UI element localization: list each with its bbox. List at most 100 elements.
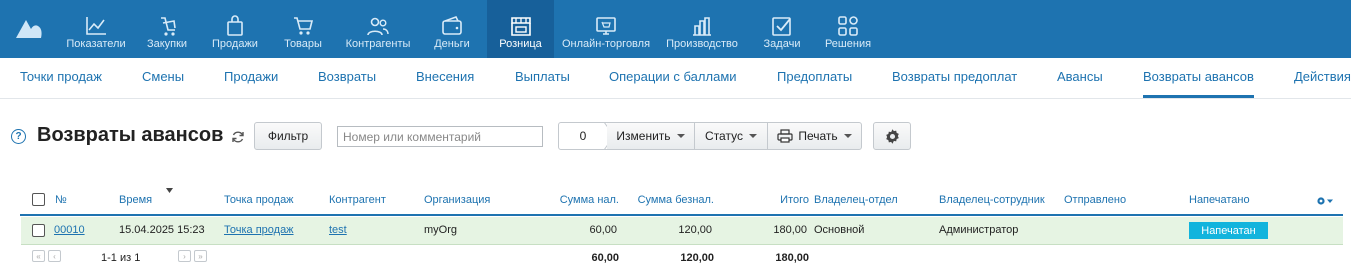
nav-item-label: Показатели bbox=[66, 38, 126, 50]
change-button[interactable]: Изменить bbox=[607, 122, 695, 150]
subnav-item-deposits[interactable]: Внесения bbox=[416, 69, 474, 84]
bag-cart-icon bbox=[161, 17, 176, 36]
column-header-sent[interactable]: Отправлено bbox=[1064, 194, 1126, 206]
subnav-item-prepayment-returns[interactable]: Возвраты предоплат bbox=[892, 69, 1017, 84]
nav-item-counterparties[interactable]: Контрагенты bbox=[340, 0, 416, 58]
online-store-icon bbox=[596, 17, 616, 35]
column-header-point-of-sale[interactable]: Точка продаж bbox=[224, 194, 294, 206]
row-number-link[interactable]: 00010 bbox=[54, 224, 85, 236]
nav-item-label: Закупки bbox=[146, 38, 188, 50]
logo-icon[interactable] bbox=[14, 16, 44, 40]
chevron-down-icon bbox=[676, 134, 685, 138]
footer-grand-total: 180,00 bbox=[775, 252, 809, 264]
store-icon bbox=[510, 17, 531, 36]
wallet-icon bbox=[442, 16, 462, 35]
column-header-printed[interactable]: Напечатано bbox=[1189, 194, 1250, 206]
printed-status-badge: Напечатан bbox=[1189, 222, 1268, 239]
status-button-label: Статус bbox=[705, 129, 743, 143]
nav-item-label: Решения bbox=[824, 38, 872, 50]
cart-icon bbox=[294, 17, 314, 35]
row-noncash-sum: 120,00 bbox=[678, 224, 712, 236]
row-point-of-sale-link[interactable]: Точка продаж bbox=[224, 224, 294, 236]
printer-icon bbox=[777, 129, 793, 143]
task-check-icon bbox=[772, 17, 791, 36]
column-header-owner-employee[interactable]: Владелец-сотрудник bbox=[939, 194, 1045, 206]
nav-item-production[interactable]: Производство bbox=[664, 0, 740, 58]
row-owner-employee: Администратор bbox=[939, 224, 1019, 236]
nav-item-label: Производство bbox=[666, 38, 738, 50]
subnav-item-advance-returns[interactable]: Возвраты авансов bbox=[1143, 69, 1254, 84]
sub-navigation: Точки продаж Смены Продажи Возвраты Внес… bbox=[0, 58, 1351, 99]
nav-item-solutions[interactable]: Решения bbox=[822, 0, 874, 58]
column-header-counterparty[interactable]: Контрагент bbox=[329, 194, 386, 206]
nav-item-label: Розница bbox=[499, 38, 542, 50]
nav-item-label: Контрагенты bbox=[345, 38, 411, 50]
nav-item-purchases[interactable]: Закупки bbox=[140, 0, 194, 58]
subnav-item-payouts[interactable]: Выплаты bbox=[515, 69, 570, 84]
column-header-noncash-sum[interactable]: Сумма безнал. bbox=[624, 194, 714, 206]
column-header-organization[interactable]: Организация bbox=[424, 194, 490, 206]
subnav-item-returns[interactable]: Возвраты bbox=[318, 69, 376, 84]
column-header-total[interactable]: Итого bbox=[740, 194, 809, 206]
column-header-cash-sum[interactable]: Сумма нал. bbox=[540, 194, 619, 206]
nav-item-money[interactable]: Деньги bbox=[428, 0, 476, 58]
subnav-item-shifts[interactable]: Смены bbox=[142, 69, 184, 84]
row-owner-department: Основной bbox=[814, 224, 865, 236]
subnav-item-points-of-sale[interactable]: Точки продаж bbox=[20, 69, 102, 84]
nav-item-indicators[interactable]: Показатели bbox=[60, 0, 132, 58]
users-icon bbox=[367, 17, 389, 36]
last-page-button[interactable]: » bbox=[194, 250, 207, 262]
select-all-checkbox[interactable] bbox=[32, 193, 45, 206]
nav-item-label: Задачи bbox=[763, 38, 801, 50]
apps-grid-icon bbox=[838, 16, 858, 36]
page-title: Возвраты авансов bbox=[37, 124, 224, 146]
shopping-bag-icon bbox=[227, 15, 243, 36]
pagination-info: 1-1 из 1 bbox=[101, 252, 141, 264]
chart-line-icon bbox=[86, 17, 106, 35]
footer-cash-total: 60,00 bbox=[591, 252, 619, 264]
column-header-number[interactable]: № bbox=[55, 194, 67, 206]
nav-item-label: Деньги bbox=[434, 38, 470, 50]
nav-item-label: Товары bbox=[284, 38, 322, 50]
row-organization: myOrg bbox=[424, 224, 457, 236]
nav-item-online-trade[interactable]: Онлайн-торговля bbox=[560, 0, 652, 58]
selected-counter: 0 bbox=[558, 122, 608, 150]
gear-icon bbox=[885, 128, 899, 144]
nav-item-sales[interactable]: Продажи bbox=[206, 0, 264, 58]
print-button[interactable]: Печать bbox=[767, 122, 862, 150]
search-input[interactable] bbox=[337, 126, 543, 147]
prev-page-button[interactable]: ‹ bbox=[48, 250, 61, 262]
footer-noncash-total: 120,00 bbox=[680, 252, 714, 264]
chevron-down-icon bbox=[843, 134, 852, 138]
row-checkbox[interactable] bbox=[32, 224, 45, 237]
subnav-item-prepayments[interactable]: Предоплаты bbox=[777, 69, 852, 84]
sort-desc-icon bbox=[166, 188, 173, 193]
row-counterparty-link[interactable]: test bbox=[329, 224, 347, 236]
nav-item-retail[interactable]: Розница bbox=[487, 0, 554, 58]
refresh-icon[interactable] bbox=[231, 130, 245, 144]
subnav-item-bonus-operations[interactable]: Операции с баллами bbox=[609, 69, 737, 84]
subnav-item-actions[interactable]: Действия bbox=[1294, 69, 1351, 84]
active-tab-underline bbox=[1143, 95, 1254, 98]
column-header-owner-department[interactable]: Владелец-отдел bbox=[814, 194, 898, 206]
chevron-down-icon bbox=[748, 134, 757, 138]
nav-item-label: Продажи bbox=[212, 38, 258, 50]
next-page-button[interactable]: › bbox=[178, 250, 191, 262]
change-button-label: Изменить bbox=[616, 129, 671, 143]
nav-item-label: Онлайн-торговля bbox=[561, 38, 651, 50]
filter-button[interactable]: Фильтр bbox=[254, 122, 322, 150]
subnav-item-sales[interactable]: Продажи bbox=[224, 69, 278, 84]
column-header-time[interactable]: Время bbox=[119, 194, 152, 206]
subnav-item-advances[interactable]: Авансы bbox=[1057, 69, 1103, 84]
nav-item-goods[interactable]: Товары bbox=[278, 0, 328, 58]
row-total: 180,00 bbox=[773, 224, 807, 236]
top-navigation: Показатели Закупки Продажи Товары Контра… bbox=[0, 0, 1351, 58]
help-icon[interactable]: ? bbox=[11, 129, 26, 144]
first-page-button[interactable]: « bbox=[32, 250, 45, 262]
column-settings-icon[interactable] bbox=[1316, 196, 1334, 206]
settings-button[interactable] bbox=[873, 122, 911, 150]
nav-item-tasks[interactable]: Задачи bbox=[760, 0, 804, 58]
print-button-label: Печать bbox=[798, 129, 838, 143]
row-cash-sum: 60,00 bbox=[589, 224, 617, 236]
status-button[interactable]: Статус bbox=[694, 122, 768, 150]
